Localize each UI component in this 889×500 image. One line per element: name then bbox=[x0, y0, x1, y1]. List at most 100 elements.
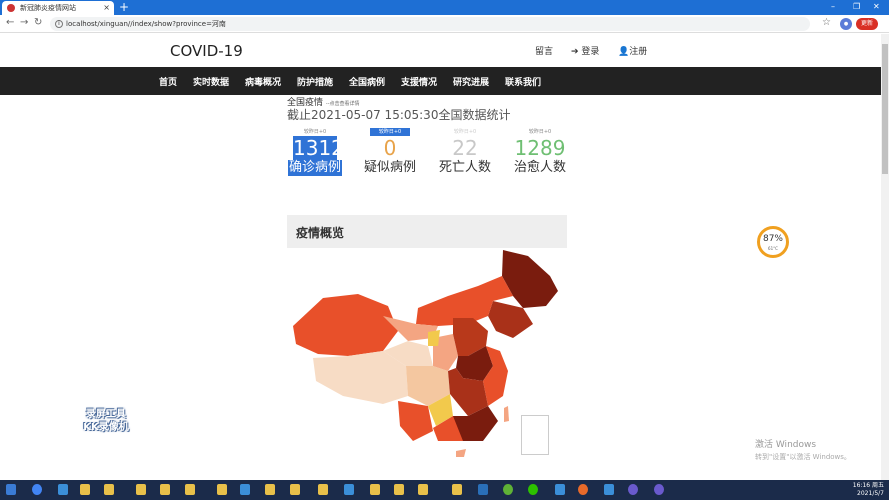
nav-national-cases[interactable]: 全国病例 bbox=[349, 75, 385, 88]
stat-value: 0 bbox=[383, 136, 397, 160]
stat-delta: 较昨日+0 bbox=[528, 129, 552, 135]
app-icon[interactable] bbox=[240, 484, 250, 495]
bookmark-star-icon[interactable]: ☆ bbox=[822, 17, 831, 28]
page-scrollbar[interactable] bbox=[881, 34, 889, 480]
minimize-icon[interactable]: – bbox=[831, 0, 835, 14]
app-icon[interactable] bbox=[628, 484, 638, 495]
address-bar[interactable]: i localhost/xinguan//index/show?province… bbox=[50, 17, 810, 31]
wechat-icon[interactable] bbox=[528, 484, 538, 495]
stat-label: 治愈人数 bbox=[513, 160, 566, 175]
stat-value: 1289 bbox=[514, 136, 566, 160]
stat-delta: 较昨日+0 bbox=[303, 129, 327, 135]
site-header: COVID-19 留言 ➔ 登录 👤注册 bbox=[0, 34, 881, 67]
profile-avatar[interactable]: ● bbox=[840, 18, 852, 30]
browser-tab[interactable]: 新冠肺炎疫情网站 × bbox=[2, 1, 114, 15]
url-text: localhost/xinguan//index/show?province=河… bbox=[66, 20, 226, 28]
nav-contact[interactable]: 联系我们 bbox=[505, 75, 541, 88]
folder-icon[interactable] bbox=[318, 484, 328, 495]
browser-tab-strip: 新冠肺炎疫情网站 × + – ❐ ✕ bbox=[0, 0, 889, 15]
stat-label: 疑似病例 bbox=[363, 160, 416, 175]
forward-icon[interactable]: → bbox=[20, 17, 28, 28]
stat-value: 22 bbox=[452, 136, 478, 160]
app-icon[interactable] bbox=[58, 484, 68, 495]
nav-home[interactable]: 首页 bbox=[159, 75, 177, 88]
windows-taskbar: 16:16 周五 2021/5/7 bbox=[0, 480, 889, 500]
app-icon[interactable] bbox=[654, 484, 664, 495]
stat-delta: 较昨日+0 bbox=[370, 128, 410, 136]
folder-icon[interactable] bbox=[185, 484, 195, 495]
clock-time: 16:16 周五 bbox=[852, 482, 884, 489]
back-icon[interactable]: ← bbox=[6, 17, 14, 28]
message-link[interactable]: 留言 bbox=[535, 44, 553, 57]
stat-value: 1312 bbox=[293, 136, 344, 160]
info-icon[interactable]: i bbox=[55, 20, 63, 28]
folder-icon[interactable] bbox=[265, 484, 275, 495]
recorder-watermark: 录屏工具 KK录像机 bbox=[75, 408, 137, 434]
scroll-thumb[interactable] bbox=[882, 44, 888, 174]
login-icon: ➔ bbox=[571, 47, 579, 57]
map-region-hainan bbox=[456, 449, 466, 457]
reload-icon[interactable]: ↻ bbox=[34, 17, 42, 28]
site-favicon-icon bbox=[7, 4, 15, 12]
recorder-icon[interactable] bbox=[578, 484, 588, 495]
register-link[interactable]: 👤注册 bbox=[618, 44, 647, 57]
close-window-icon[interactable]: ✕ bbox=[873, 0, 880, 14]
south-china-sea-inset bbox=[521, 415, 549, 455]
main-navbar: 首页 实时数据 病毒概况 防护措施 全国病例 支援情况 研究进展 联系我们 bbox=[0, 67, 881, 95]
map-region-heilongjiang bbox=[502, 250, 558, 308]
chrome-icon[interactable] bbox=[32, 484, 42, 495]
user-plus-icon: 👤 bbox=[618, 47, 630, 57]
map-region-ningxia bbox=[428, 330, 440, 346]
folder-icon[interactable] bbox=[452, 484, 462, 495]
app-icon[interactable] bbox=[604, 484, 614, 495]
activation-title: 激活 Windows bbox=[755, 440, 817, 450]
folder-icon[interactable] bbox=[217, 484, 227, 495]
login-label: 登录 bbox=[581, 47, 600, 57]
app-icon[interactable] bbox=[344, 484, 354, 495]
folder-icon[interactable] bbox=[160, 484, 170, 495]
update-button[interactable]: 更新 bbox=[856, 18, 878, 30]
map-region-yunnan bbox=[398, 401, 433, 441]
stat-recovered[interactable]: 较昨日+0 1289 治愈人数 bbox=[504, 128, 576, 176]
folder-icon[interactable] bbox=[104, 484, 114, 495]
tab-close-icon[interactable]: × bbox=[103, 1, 110, 15]
new-tab-button[interactable]: + bbox=[119, 0, 129, 15]
folder-icon[interactable] bbox=[370, 484, 380, 495]
folder-icon[interactable] bbox=[290, 484, 300, 495]
overview-header: 疫情概览 bbox=[287, 215, 567, 248]
app-icon[interactable] bbox=[503, 484, 513, 495]
taskbar-clock[interactable]: 16:16 周五 2021/5/7 bbox=[840, 482, 884, 498]
nav-realtime[interactable]: 实时数据 bbox=[193, 75, 229, 88]
nav-virus[interactable]: 病毒概况 bbox=[245, 75, 281, 88]
watermark-line1: 录屏工具 bbox=[86, 409, 126, 420]
folder-icon[interactable] bbox=[80, 484, 90, 495]
stat-label: 死亡人数 bbox=[438, 160, 491, 175]
map-region-tibet bbox=[313, 351, 408, 404]
stat-suspected[interactable]: 较昨日+0 0 疑似病例 bbox=[354, 128, 426, 176]
activation-subtitle: 转到"设置"以激活 Windows。 bbox=[755, 453, 851, 461]
windows-activation-notice: 激活 Windows 转到"设置"以激活 Windows。 bbox=[755, 437, 851, 462]
start-icon[interactable] bbox=[6, 484, 16, 495]
login-link[interactable]: ➔ 登录 bbox=[571, 44, 599, 57]
maximize-icon[interactable]: ❐ bbox=[853, 0, 860, 14]
gauge-percent: 87% bbox=[762, 234, 783, 244]
app-icon[interactable] bbox=[555, 484, 565, 495]
watermark-line2: KK录像机 bbox=[83, 422, 129, 433]
editor-icon[interactable] bbox=[478, 484, 488, 495]
nav-research[interactable]: 研究进展 bbox=[453, 75, 489, 88]
stat-confirmed[interactable]: 较昨日+0 1312 确诊病例 bbox=[279, 128, 351, 176]
folder-icon[interactable] bbox=[418, 484, 428, 495]
folder-icon[interactable] bbox=[394, 484, 404, 495]
overview-title: 疫情概览 bbox=[296, 226, 345, 240]
stat-delta: 较昨日+0 bbox=[453, 129, 477, 135]
nav-protection[interactable]: 防护措施 bbox=[297, 75, 333, 88]
register-label: 注册 bbox=[629, 47, 648, 57]
folder-icon[interactable] bbox=[136, 484, 146, 495]
stat-deaths[interactable]: 较昨日+0 22 死亡人数 bbox=[429, 128, 501, 176]
nav-support[interactable]: 支援情况 bbox=[401, 75, 437, 88]
site-brand[interactable]: COVID-19 bbox=[170, 42, 243, 60]
tab-title: 新冠肺炎疫情网站 bbox=[20, 4, 76, 12]
cpu-gauge-widget[interactable]: 87% 61°C bbox=[757, 226, 789, 258]
summary-timestamp: 截止2021-05-07 15:05:30全国数据统计 bbox=[287, 108, 511, 122]
gauge-temp: 61°C bbox=[768, 246, 778, 251]
